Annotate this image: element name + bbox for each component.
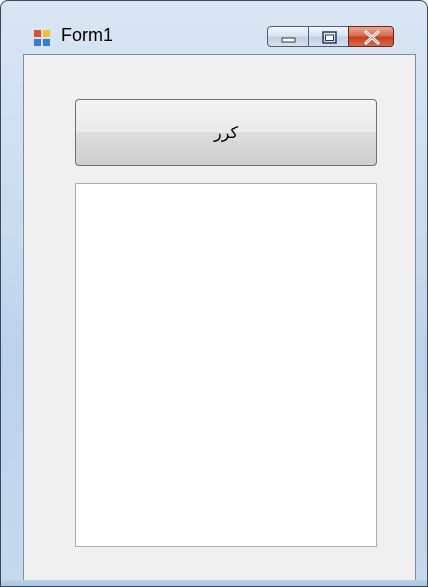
maximize-button[interactable] [308,26,349,47]
repeat-button[interactable]: کرر [75,99,377,166]
maximize-icon [322,31,337,44]
title-bar[interactable]: Form1 [1,1,427,53]
form-client-area: کرر [23,54,416,582]
minimize-button[interactable] [267,26,309,47]
minimize-icon [281,37,296,43]
window-bottom-border [1,580,427,586]
list-box[interactable] [75,183,377,547]
winforms-app-icon[interactable] [33,29,51,47]
close-icon [364,30,380,45]
form-window: Form1 کرر [0,0,428,587]
close-button[interactable] [348,26,394,47]
window-title: Form1 [61,25,114,45]
